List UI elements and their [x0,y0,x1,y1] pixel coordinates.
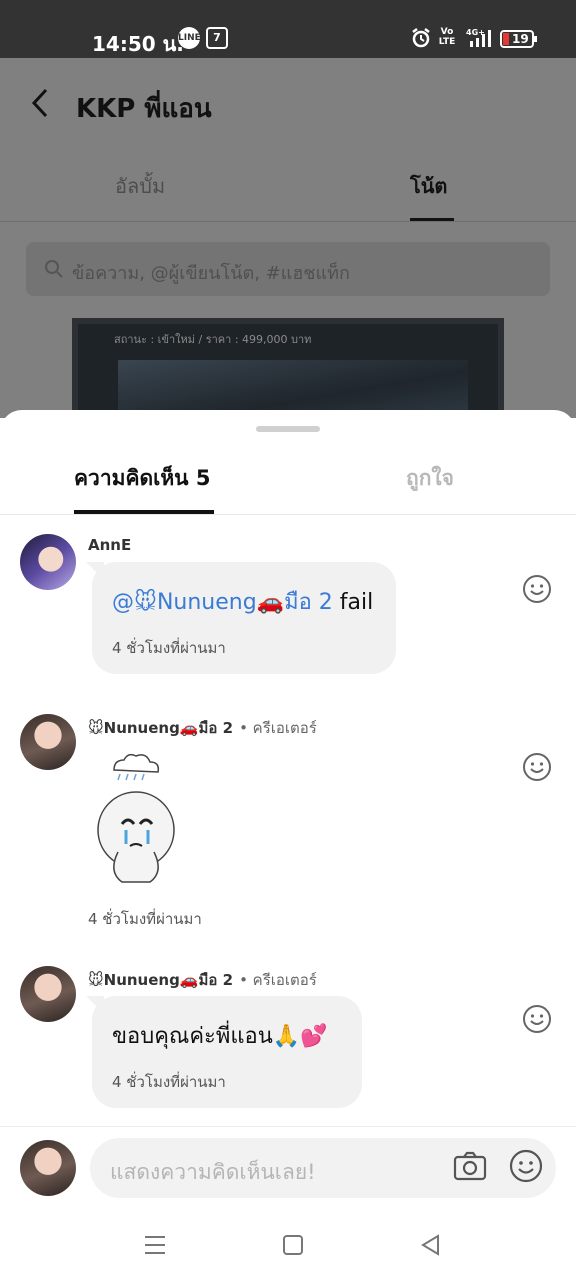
seven-eleven-icon: 7 [206,27,228,49]
smiley-icon[interactable] [522,1004,552,1034]
comment-author[interactable]: AnnE [88,536,131,554]
system-nav-bar [0,1210,576,1280]
sheet-grabber-handle[interactable] [256,426,320,432]
mention-link[interactable]: @🐭Nunueng🚗มือ 2 [112,590,333,615]
divider [0,1126,576,1127]
background-page: KKP พี่แอน อัลบั้ม โน้ต ข้อความ, @ผู้เขี… [0,58,576,438]
comment-text: @🐭Nunueng🚗มือ 2 fail [112,584,373,619]
comment-author[interactable]: 🐭Nunueng🚗มือ 2 • ครีเอเตอร์ [88,968,317,992]
author-name: 🐭Nunueng🚗มือ 2 [88,719,234,737]
tab-album[interactable]: อัลบั้ม [115,170,165,202]
search-placeholder: ข้อความ, @ผู้เขียนโน้ต, #แฮชแท็ก [72,263,350,284]
comment-input-placeholder: แสดงความคิดเห็นเลย! [110,1160,316,1184]
status-bar: 14:50 น. LINE 7 Vo LTE 4G+ 19 [0,0,576,58]
tab-likes[interactable]: ถูกใจ [406,462,454,495]
volte-icon: Vo LTE [438,27,456,47]
home-icon[interactable] [280,1232,306,1258]
tab-comments[interactable]: ความคิดเห็น 5 [74,462,210,495]
comment-time: 4 ชั่วโมงที่ผ่านมา [112,1073,226,1091]
comment-bubble[interactable]: @🐭Nunueng🚗มือ 2 fail 4 ชั่วโมงที่ผ่านมา [92,562,396,674]
back-arrow-icon[interactable] [28,88,54,118]
avatar[interactable] [20,534,76,590]
smiley-icon[interactable] [522,574,552,604]
battery-icon: 19 [500,30,537,48]
avatar[interactable] [20,714,76,770]
comment-time: 4 ชั่วโมงที่ผ่านมา [112,639,226,657]
crying-cloud-sticker[interactable] [92,748,182,888]
search-icon [45,260,63,278]
emoji-icon[interactable] [508,1148,544,1184]
comments-sheet: ความคิดเห็น 5 ถูกใจ AnnE @🐭Nunueng🚗มือ 2… [0,410,576,1280]
signal-icon: 4G+ [466,27,494,49]
battery-level: 19 [512,32,529,46]
comment-time: 4 ชั่วโมงที่ผ่านมา [88,910,202,928]
smiley-icon[interactable] [522,752,552,782]
camera-icon[interactable] [452,1148,488,1184]
search-bar[interactable]: ข้อความ, @ผู้เขียนโน้ต, #แฮชแท็ก [26,242,550,296]
comment-text: ขอบคุณค่ะพี่แอน🙏💕 [112,1024,328,1049]
comment-body: fail [332,590,374,615]
divider [0,221,576,222]
avatar [20,1140,76,1196]
comment-bubble[interactable]: ขอบคุณค่ะพี่แอน🙏💕 4 ชั่วโมงที่ผ่านมา [92,996,362,1108]
divider [0,514,576,515]
menu-icon[interactable] [142,1232,168,1258]
line-app-icon: LINE [178,27,201,49]
back-triangle-icon[interactable] [418,1232,444,1258]
creator-badge: • ครีเอเตอร์ [239,971,317,989]
author-name: 🐭Nunueng🚗มือ 2 [88,971,234,989]
tab-note[interactable]: โน้ต [410,170,447,202]
page-title: KKP พี่แอน [76,94,212,124]
alarm-icon [410,27,432,49]
comment-author[interactable]: 🐭Nunueng🚗มือ 2 • ครีเอเตอร์ [88,716,317,740]
status-time: 14:50 น. [92,32,184,56]
card-status-text: สถานะ : เข้าใหม่ / ราคา : 499,000 บาท [114,333,312,346]
creator-badge: • ครีเอเตอร์ [239,719,317,737]
avatar[interactable] [20,966,76,1022]
